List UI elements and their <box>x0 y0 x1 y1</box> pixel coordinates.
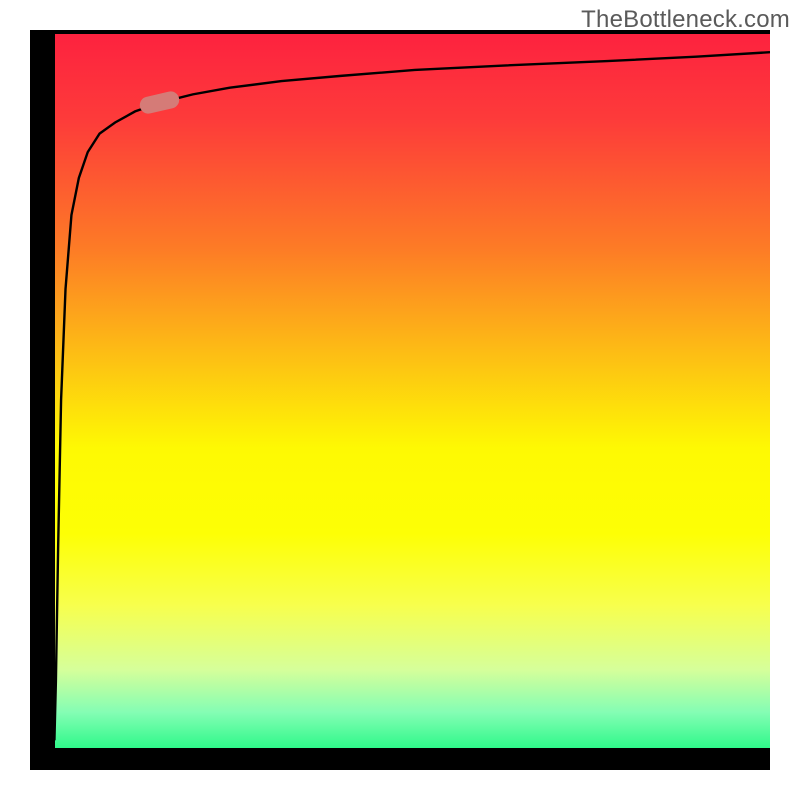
plot-area <box>30 30 770 770</box>
highlight-marker <box>138 90 181 116</box>
watermark-text: TheBottleneck.com <box>581 6 790 34</box>
curve-layer <box>30 30 770 770</box>
chart-curve <box>45 52 770 740</box>
chart-container: TheBottleneck.com <box>0 0 800 800</box>
